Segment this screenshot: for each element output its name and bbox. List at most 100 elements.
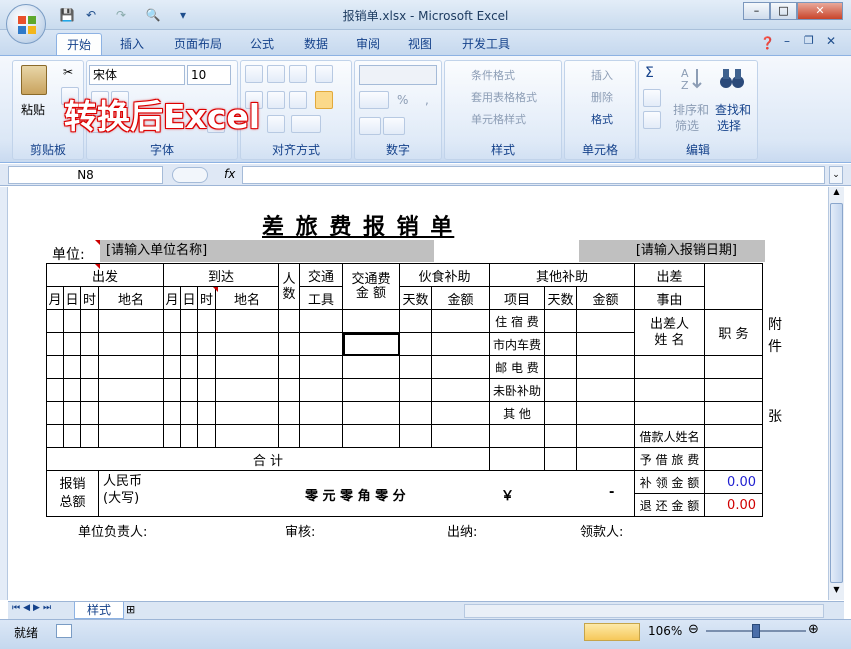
alignment-group-label: 对齐方式 bbox=[271, 143, 320, 157]
fx-icon[interactable]: fx bbox=[224, 167, 235, 181]
font-size-box[interactable]: 10 bbox=[187, 65, 231, 85]
align-right-icon[interactable] bbox=[289, 91, 307, 109]
header-blank bbox=[704, 263, 763, 287]
scroll-up-icon[interactable]: ▲ bbox=[830, 187, 843, 201]
cut-icon[interactable]: ✂ bbox=[63, 65, 73, 79]
upper-text: (大写) bbox=[103, 491, 140, 506]
sheet-nav-icon[interactable]: ⏮◀▶⏭ bbox=[12, 603, 54, 613]
orientation-icon[interactable] bbox=[291, 115, 321, 133]
sheet-tab-style[interactable]: 样式 bbox=[74, 602, 124, 619]
col-item: 项目 bbox=[489, 286, 545, 310]
paste-button[interactable]: 粘贴 bbox=[21, 101, 45, 118]
align-middle-icon[interactable] bbox=[267, 65, 285, 83]
zoom-slider-handle[interactable] bbox=[752, 624, 760, 638]
unit-input[interactable]: [请输入单位名称] bbox=[100, 240, 434, 262]
number-format-box[interactable] bbox=[359, 65, 437, 85]
header-transport-fee: 交通费金 额 bbox=[342, 263, 400, 310]
horizontal-scrollbar[interactable] bbox=[464, 604, 824, 618]
tab-data[interactable]: 数据 bbox=[294, 33, 338, 55]
table-row: 借款人姓名 bbox=[46, 424, 763, 448]
comment-marker bbox=[95, 264, 100, 269]
increase-decimal-icon[interactable] bbox=[359, 117, 381, 135]
sort-label[interactable]: 排序和 bbox=[673, 101, 709, 118]
date-input[interactable]: [请输入报销日期] bbox=[579, 240, 765, 262]
conditional-format-button[interactable]: 条件格式 bbox=[471, 67, 515, 83]
tab-review[interactable]: 审阅 bbox=[346, 33, 390, 55]
align-center-icon[interactable] bbox=[267, 91, 285, 109]
paste-icon[interactable] bbox=[21, 65, 47, 95]
format-as-table-button[interactable]: 套用表格格式 bbox=[471, 89, 537, 105]
form-title: 差 旅 费 报 销 单 bbox=[262, 214, 455, 240]
wrap-text-icon[interactable] bbox=[315, 65, 333, 83]
tab-developer[interactable]: 开发工具 bbox=[454, 33, 518, 55]
formula-input[interactable] bbox=[242, 166, 825, 184]
window-title: 报销单.xlsx - Microsoft Excel bbox=[342, 9, 509, 23]
header-other: 其他补助 bbox=[489, 263, 635, 287]
view-buttons[interactable] bbox=[584, 623, 640, 641]
summary-row: 报销 总额 人民币 (大写) 零 元 零 角 零 分 ￥ - 补 领 金 额 0.0… bbox=[46, 470, 763, 517]
overlay-caption: 转换后Excel bbox=[64, 97, 261, 136]
sort-filter-icon[interactable]: AZ bbox=[679, 65, 705, 92]
ribbon-close-icon[interactable]: ✕ bbox=[826, 34, 836, 48]
tab-formulas[interactable]: 公式 bbox=[240, 33, 284, 55]
clear-icon[interactable] bbox=[643, 111, 661, 129]
percent-icon[interactable]: % bbox=[397, 93, 408, 107]
delete-cells-button[interactable]: 删除 bbox=[591, 89, 613, 105]
format-cells-button[interactable]: 格式 bbox=[591, 111, 613, 127]
ribbon-restore-icon[interactable]: ❐ bbox=[804, 34, 814, 47]
insert-sheet-icon[interactable]: ⊞ bbox=[126, 603, 135, 616]
select-label[interactable]: 选择 bbox=[717, 117, 741, 134]
vertical-scrollbar[interactable]: ▲ ▼ bbox=[828, 187, 844, 600]
styles-group-label: 样式 bbox=[490, 143, 515, 157]
traveler-label: 出差人姓 名 bbox=[634, 309, 705, 356]
row-header-strip bbox=[0, 187, 8, 600]
unit-label: 单位: bbox=[52, 247, 85, 263]
comma-icon[interactable]: , bbox=[425, 93, 429, 107]
position-label: 职 务 bbox=[704, 309, 763, 356]
item-sleeper-allowance: 未卧补助 bbox=[489, 378, 545, 402]
minimize-button[interactable]: – bbox=[743, 2, 770, 20]
currency-icon[interactable] bbox=[359, 91, 389, 109]
insert-cells-button[interactable]: 插入 bbox=[591, 67, 613, 83]
footer-audit: 审核: bbox=[285, 525, 316, 540]
zoom-out-icon[interactable]: ⊖ bbox=[688, 622, 699, 637]
name-box[interactable]: N8 bbox=[8, 166, 163, 184]
expand-formula-icon[interactable]: ⌄ bbox=[829, 166, 843, 184]
traveler-label-2: 姓 名 bbox=[654, 332, 685, 348]
office-button[interactable] bbox=[6, 4, 46, 44]
align-bottom-icon[interactable] bbox=[289, 65, 307, 83]
yen-sign: ￥ bbox=[501, 489, 515, 504]
maximize-button[interactable]: □ bbox=[770, 2, 797, 20]
item-local-transport: 市内车费 bbox=[489, 332, 545, 356]
merge-center-icon[interactable] bbox=[315, 91, 333, 109]
ribbon-minimize-icon[interactable]: – bbox=[784, 34, 790, 48]
col-month: 月 bbox=[46, 286, 64, 310]
fill-icon[interactable] bbox=[643, 89, 661, 107]
cell-styles-button[interactable]: 单元格样式 bbox=[471, 111, 526, 127]
indent-icon[interactable] bbox=[267, 115, 285, 133]
formula-bar-toggle[interactable] bbox=[172, 167, 208, 183]
reimb-total-label: 报销 总额 bbox=[46, 470, 99, 517]
pieces-label: 张 bbox=[768, 409, 782, 425]
font-name-box[interactable]: 宋体 bbox=[89, 65, 185, 85]
filter-label[interactable]: 筛选 bbox=[675, 117, 699, 134]
macro-record-icon[interactable] bbox=[56, 624, 72, 638]
decrease-decimal-icon[interactable] bbox=[383, 117, 405, 135]
close-button[interactable]: ✕ bbox=[797, 2, 843, 20]
scroll-thumb[interactable] bbox=[830, 203, 843, 583]
zoom-in-icon[interactable]: ⊕ bbox=[808, 622, 819, 637]
scroll-down-icon[interactable]: ▼ bbox=[830, 585, 843, 599]
tab-page-layout[interactable]: 页面布局 bbox=[166, 33, 230, 55]
selected-cell[interactable] bbox=[342, 332, 400, 356]
help-icon[interactable]: ❓ bbox=[760, 36, 775, 50]
autosum-icon[interactable]: Σ bbox=[645, 65, 654, 81]
align-top-icon[interactable] bbox=[245, 65, 263, 83]
tab-home[interactable]: 开始 bbox=[56, 33, 102, 55]
binoculars-icon[interactable] bbox=[719, 65, 745, 91]
col-place: 地名 bbox=[215, 286, 279, 310]
tab-view[interactable]: 视图 bbox=[398, 33, 442, 55]
zoom-level[interactable]: 106% bbox=[648, 624, 682, 638]
col-amount: 金额 bbox=[431, 286, 490, 310]
find-label[interactable]: 查找和 bbox=[715, 101, 751, 118]
tab-insert[interactable]: 插入 bbox=[110, 33, 154, 55]
